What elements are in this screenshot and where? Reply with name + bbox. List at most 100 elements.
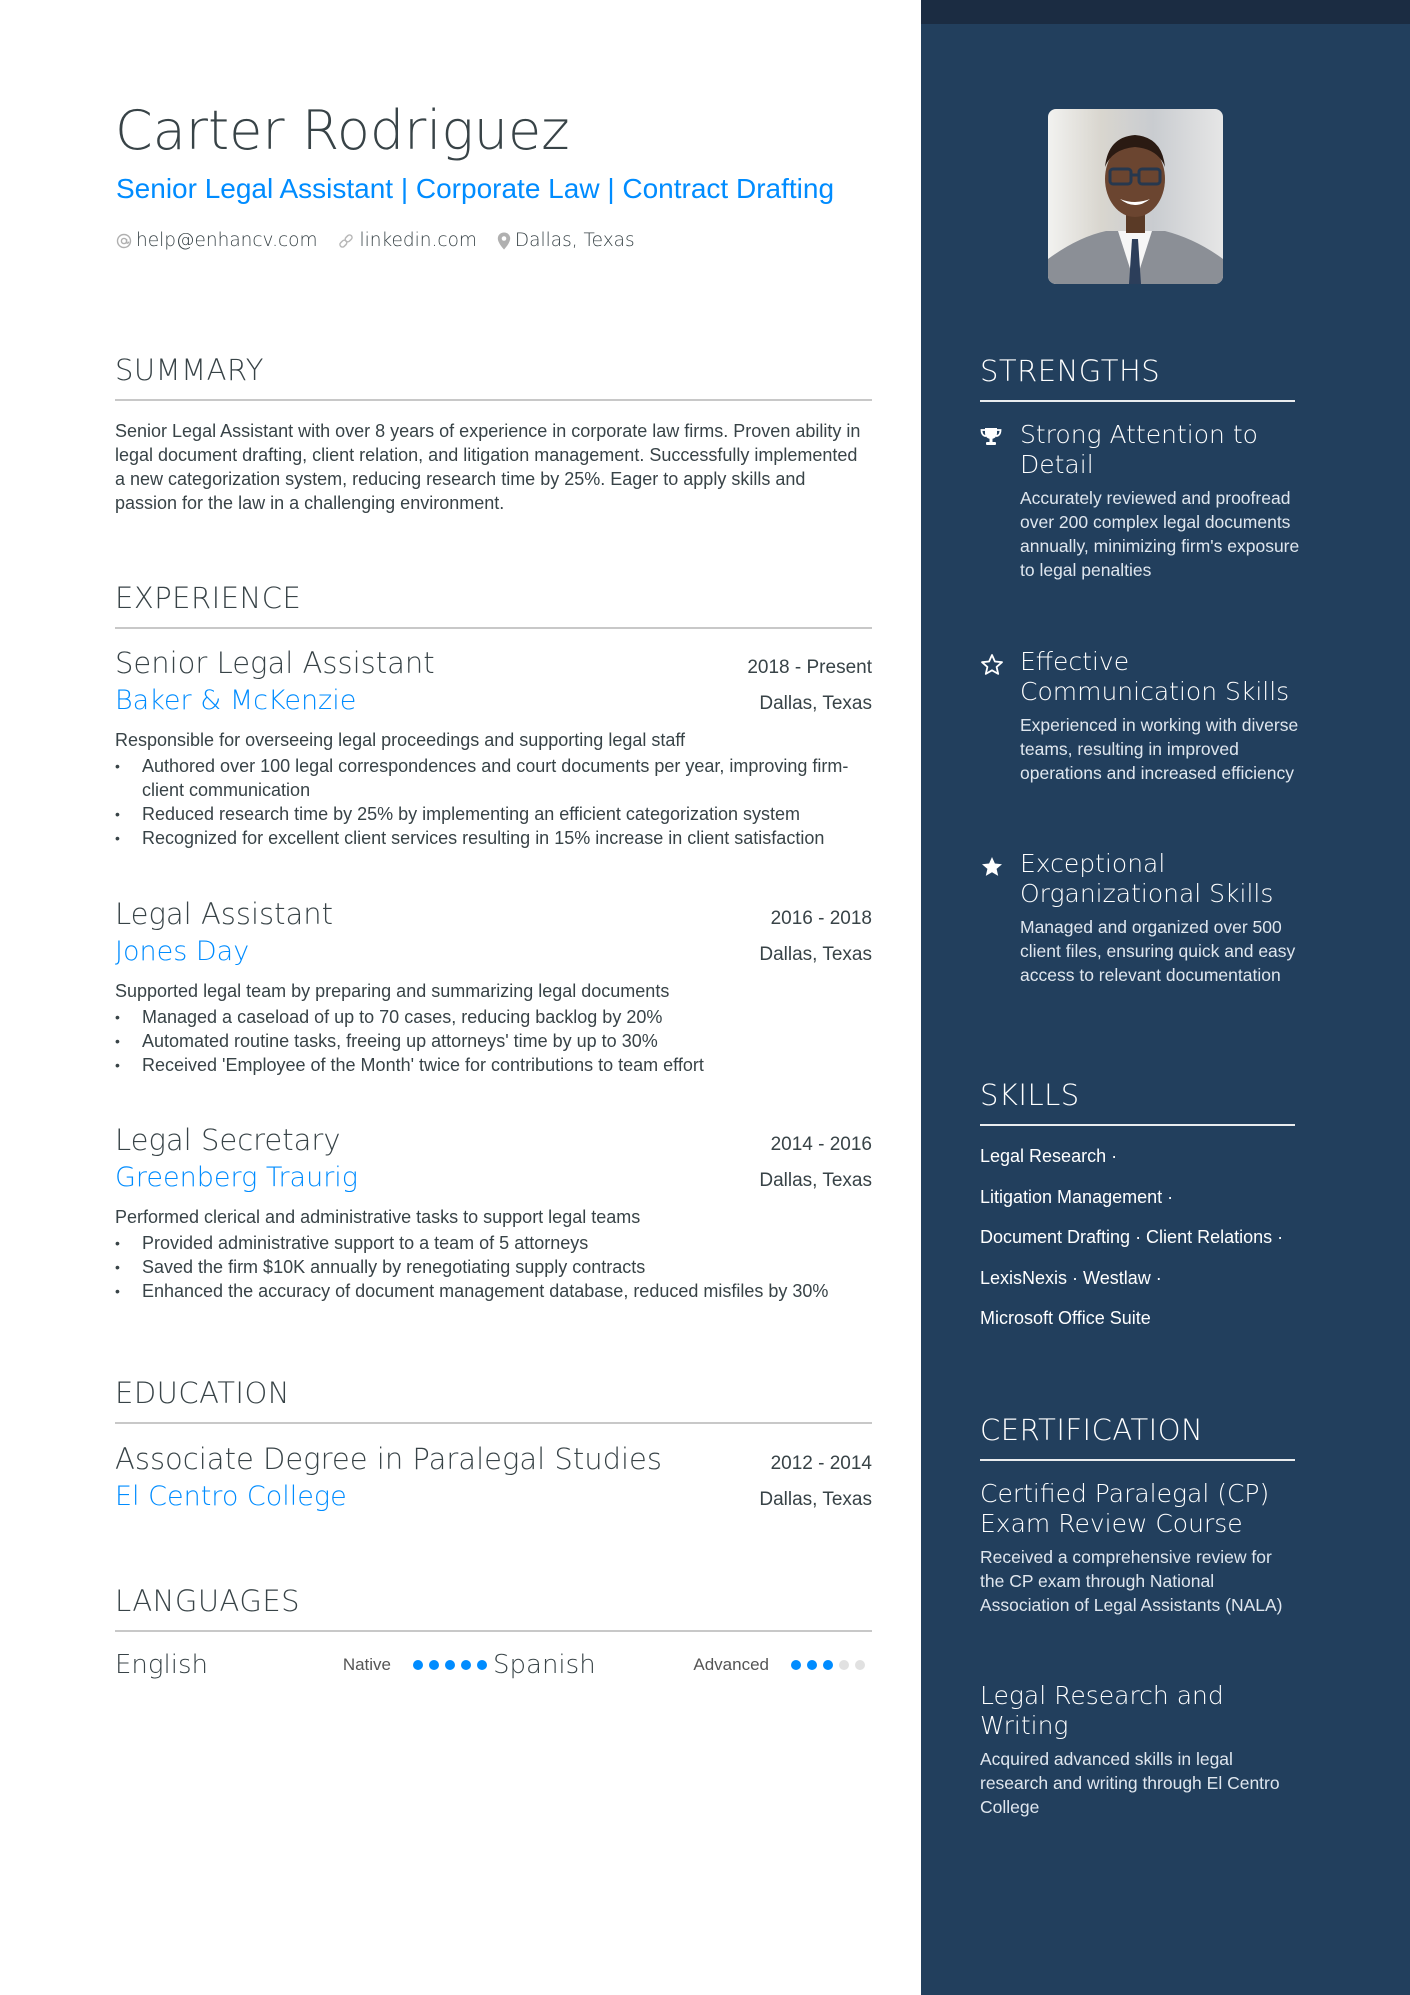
at-icon: [116, 233, 132, 249]
skill-line: Microsoft Office Suite: [980, 1308, 1151, 1328]
certification-description: Received a comprehensive review for the …: [980, 1547, 1283, 1615]
job-bullets: Provided administrative support to a tea…: [115, 1231, 872, 1303]
section-divider: [115, 1422, 872, 1424]
job-description: Performed clerical and administrative ta…: [115, 1206, 641, 1227]
strength-title: Exceptional Organizational Skills: [1020, 849, 1274, 908]
school-name[interactable]: El Centro College: [115, 1482, 347, 1512]
job-bullet: Managed a caseload of up to 70 cases, re…: [115, 1005, 872, 1029]
language-rating: [413, 1660, 493, 1670]
star-outline-icon: [980, 647, 1020, 785]
language-name: Spanish: [493, 1650, 596, 1680]
trophy-icon: [980, 420, 1020, 582]
job-bullet: Recognized for excellent client services…: [115, 826, 872, 850]
job-location: Dallas, Texas: [759, 943, 872, 965]
strength-title: Strong Attention to Detail: [1020, 420, 1258, 479]
job-location: Dallas, Texas: [759, 1169, 872, 1191]
summary-heading: SUMMARY: [115, 353, 265, 387]
section-divider: [115, 399, 872, 401]
star-filled-icon: [980, 849, 1020, 987]
language-name: English: [115, 1650, 208, 1680]
rating-dot-filled: [429, 1660, 439, 1670]
strength-description: Managed and organized over 500 client fi…: [1020, 917, 1296, 985]
certification-description: Acquired advanced skills in legal resear…: [980, 1749, 1280, 1817]
job-bullet: Reduced research time by 25% by implemen…: [115, 802, 872, 826]
language-rating: [791, 1660, 871, 1670]
company-name[interactable]: Greenberg Traurig: [115, 1163, 358, 1193]
skill-line: Legal Research ·: [980, 1146, 1118, 1166]
contact-email-text: help@enhancv.com: [136, 230, 318, 251]
job-description: Supported legal team by preparing and su…: [115, 980, 670, 1001]
contact-linkedin-text: linkedin.com: [359, 230, 477, 251]
rating-dot-filled: [413, 1660, 423, 1670]
strength-item: Exceptional Organizational Skills Manage…: [980, 849, 1310, 987]
rating-dot-filled: [791, 1660, 801, 1670]
section-divider: [115, 627, 872, 629]
rating-dot-filled: [461, 1660, 471, 1670]
job-bullets: Authored over 100 legal correspondences …: [115, 754, 872, 850]
education-section: EDUCATION: [115, 1379, 872, 1424]
rating-dot-filled: [823, 1660, 833, 1670]
contact-location-text: Dallas, Texas: [514, 230, 635, 251]
strengths-heading: STRENGTHS: [980, 354, 1161, 388]
summary-section: SUMMARY Senior Legal Assistant with over…: [115, 356, 872, 515]
job-title: Legal Secretary: [115, 1123, 341, 1157]
experience-section: EXPERIENCE: [115, 584, 872, 629]
sidebar-top-bar: [921, 0, 1410, 24]
education-heading: EDUCATION: [115, 1376, 291, 1410]
experience-item: Legal Secretary 2014 - 2016 Greenberg Tr…: [115, 1123, 872, 1303]
strength-description: Accurately reviewed and proofread over 2…: [1020, 488, 1300, 580]
job-dates: 2016 - 2018: [770, 908, 872, 929]
certification-title: Certified Paralegal (CP) Exam Review Cou…: [980, 1479, 1270, 1538]
job-bullet: Provided administrative support to a tea…: [115, 1231, 872, 1255]
contact-email[interactable]: help@enhancv.com: [116, 230, 317, 251]
main-column: Carter Rodriguez Senior Legal Assistant …: [0, 0, 921, 1995]
skills-heading: SKILLS: [980, 1078, 1080, 1112]
experience-item: Senior Legal Assistant 2018 - Present Ba…: [115, 646, 872, 850]
job-dates: 2018 - Present: [747, 657, 872, 678]
skill-line: Litigation Management ·: [980, 1186, 1174, 1207]
section-divider: [980, 400, 1295, 402]
experience-heading: EXPERIENCE: [115, 581, 302, 615]
contact-linkedin[interactable]: linkedin.com: [337, 230, 477, 251]
skills-section: SKILLS Legal Research · Litigation Manag…: [980, 1081, 1295, 1347]
job-bullets: Managed a caseload of up to 70 cases, re…: [115, 1005, 872, 1077]
job-bullet: Authored over 100 legal correspondences …: [115, 754, 872, 802]
job-title: Senior Legal Assistant: [115, 646, 435, 680]
section-divider: [115, 1630, 872, 1632]
rating-dot-empty: [839, 1660, 849, 1670]
education-dates: 2012 - 2014: [770, 1453, 872, 1474]
job-location: Dallas, Texas: [759, 692, 872, 714]
strength-description: Experienced in working with diverse team…: [1020, 715, 1299, 783]
rating-dot-filled: [445, 1660, 455, 1670]
job-dates: 2014 - 2016: [770, 1134, 872, 1155]
location-pin-icon: [497, 232, 511, 250]
languages-list: English Native Spanish Advanced: [115, 1650, 872, 1680]
job-bullet: Received 'Employee of the Month' twice f…: [115, 1053, 872, 1077]
company-name[interactable]: Baker & McKenzie: [115, 686, 356, 716]
experience-item: Legal Assistant 2016 - 2018 Jones Day Da…: [115, 898, 872, 1077]
education-item: Associate Degree in Paralegal Studies 20…: [115, 1442, 872, 1512]
certification-title: Legal Research and Writing: [980, 1681, 1224, 1740]
language-item: English Native: [115, 1650, 493, 1680]
strengths-section: STRENGTHS: [980, 357, 1295, 402]
degree-title: Associate Degree in Paralegal Studies: [115, 1442, 662, 1476]
skill-line: Document Drafting · Client Relations ·: [980, 1227, 1284, 1247]
certification-heading: CERTIFICATION: [980, 1413, 1204, 1447]
certification-item: Certified Paralegal (CP) Exam Review Cou…: [980, 1479, 1300, 1617]
job-bullet: Enhanced the accuracy of document manage…: [115, 1279, 872, 1303]
language-level: Native: [342, 1655, 391, 1674]
languages-heading: LANGUAGES: [115, 1584, 301, 1618]
job-description: Responsible for overseeing legal proceed…: [115, 729, 686, 750]
language-level: Advanced: [693, 1655, 769, 1674]
certification-item: Legal Research and Writing Acquired adva…: [980, 1681, 1300, 1819]
company-name[interactable]: Jones Day: [115, 937, 249, 967]
rating-dot-filled: [807, 1660, 817, 1670]
rating-dot-filled: [477, 1660, 487, 1670]
language-item: Spanish Advanced: [493, 1650, 871, 1680]
strength-title: Effective Communication Skills: [1020, 647, 1290, 706]
link-icon: [337, 232, 355, 250]
summary-text: Senior Legal Assistant with over 8 years…: [115, 421, 861, 513]
certification-section: CERTIFICATION: [980, 1416, 1295, 1461]
contact-bar: help@enhancv.com linkedin.com Dallas, Te…: [116, 230, 655, 251]
contact-location: Dallas, Texas: [497, 230, 635, 251]
